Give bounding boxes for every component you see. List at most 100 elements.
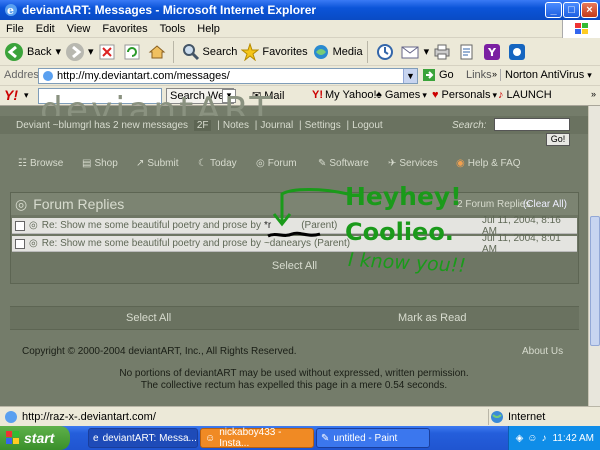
home-icon xyxy=(148,44,165,58)
handwritten-arrow xyxy=(272,188,349,227)
restore-button[interactable]: □ xyxy=(563,2,580,18)
user-messages-line: Deviant ~blumgrl has 2 new messages 2F |… xyxy=(16,120,383,131)
messenger-button[interactable]: Y xyxy=(483,40,504,64)
personals-icon: ♥ xyxy=(432,89,439,101)
svg-text:Y: Y xyxy=(487,46,497,59)
forward-arrow-icon xyxy=(66,42,84,61)
start-button[interactable]: start xyxy=(0,426,70,450)
reply-date: Jul 11, 2004, 8:01 AM xyxy=(482,232,561,255)
software-icon: ✎ xyxy=(318,157,327,169)
toolbar-separator xyxy=(366,40,368,63)
mark-as-read-button[interactable]: Mark as Read xyxy=(398,312,466,324)
nav-browse[interactable]: ☷ Browse xyxy=(18,158,63,169)
discuss-icon xyxy=(509,43,526,60)
tray-icon[interactable]: ♪ xyxy=(541,433,546,444)
nav-software[interactable]: ✎ Software xyxy=(318,158,369,169)
messenger-icon: Y xyxy=(484,43,501,60)
yahoo-launch-button[interactable]: ♪ LAUNCH xyxy=(498,89,552,101)
today-icon: ☾ xyxy=(198,157,207,169)
clock[interactable]: 11:42 AM xyxy=(552,433,594,444)
menu-tools[interactable]: Tools xyxy=(154,23,192,35)
printer-icon xyxy=(434,44,450,59)
globe-icon xyxy=(491,411,503,423)
menu-edit[interactable]: Edit xyxy=(30,23,61,35)
my-yahoo-button[interactable]: Y! My Yahoo! xyxy=(312,89,377,101)
yahoo-games-button[interactable]: ♠ Games ▾ xyxy=(376,89,427,101)
nav-services[interactable]: ✈ Services xyxy=(388,158,438,169)
home-button[interactable] xyxy=(148,40,169,64)
search-button[interactable]: Search xyxy=(182,40,237,64)
select-all-button[interactable]: Select All xyxy=(126,312,171,324)
tray-icon[interactable]: ◈ xyxy=(516,433,524,444)
help-icon: ◉ xyxy=(456,157,465,169)
edit-button[interactable] xyxy=(458,40,479,64)
address-input[interactable]: http://my.deviantart.com/messages/ ▼ xyxy=(38,68,418,84)
address-dropdown-icon[interactable]: ▼ xyxy=(403,69,417,83)
close-button[interactable]: × xyxy=(581,2,598,18)
yahoo-y-icon: Y! xyxy=(312,89,323,101)
reply-checkbox[interactable] xyxy=(15,238,25,249)
windows-flag-icon xyxy=(562,20,600,38)
journal-link[interactable]: Journal xyxy=(260,120,293,131)
handwritten-heyhey: Heyhey! xyxy=(345,182,462,211)
nav-shop[interactable]: ▤ Shop xyxy=(82,158,118,169)
go-button[interactable]: Go xyxy=(422,68,454,82)
print-button[interactable] xyxy=(433,40,454,64)
logout-link[interactable]: Logout xyxy=(352,120,383,131)
footer-notice-1: No portions of deviantART may be used wi… xyxy=(119,368,469,379)
nav-help-faq[interactable]: ◉ Help & FAQ xyxy=(456,158,521,169)
nav-submit[interactable]: ↗ Submit xyxy=(136,158,179,169)
menu-favorites[interactable]: Favorites xyxy=(96,23,153,35)
stop-button[interactable] xyxy=(98,40,119,64)
yahoo-logo-icon[interactable]: Y! xyxy=(4,87,18,103)
ie-icon: e xyxy=(5,4,17,17)
links-button[interactable]: Links xyxy=(466,69,492,81)
message-icon: ◎ xyxy=(29,238,38,249)
nav-today[interactable]: ☾ Today xyxy=(198,158,237,169)
minimize-button[interactable]: _ xyxy=(545,2,562,18)
norton-antivirus-button[interactable]: Norton AntiVirus ▾ xyxy=(500,69,592,81)
message-count-badge[interactable]: 2F xyxy=(193,120,212,131)
discuss-button[interactable] xyxy=(508,40,529,64)
refresh-button[interactable] xyxy=(123,40,144,64)
page-content: deviantART Deviant ~blumgrl has 2 new me… xyxy=(0,90,588,406)
nav-forum[interactable]: ◎ Forum xyxy=(256,158,297,169)
copyright-text: Copyright © 2000-2004 deviantART, Inc., … xyxy=(22,346,297,357)
site-search-go-button[interactable]: Go! xyxy=(546,133,570,146)
status-bar: http://raz-x-.deviantart.com/ Internet xyxy=(0,406,600,426)
forward-button[interactable]: ▾ xyxy=(65,40,94,64)
shop-icon: ▤ xyxy=(82,157,92,169)
address-bar: Address http://my.deviantart.com/message… xyxy=(0,66,600,86)
tray-icon[interactable]: ☺ xyxy=(527,433,537,444)
clear-all-link[interactable]: (Clear All) xyxy=(523,199,567,210)
vertical-scrollbar[interactable] xyxy=(588,106,600,406)
browse-icon: ☷ xyxy=(18,157,27,169)
toolbar-separator xyxy=(172,40,174,63)
favorites-button[interactable]: Favorites xyxy=(241,40,308,64)
menu-help[interactable]: Help xyxy=(191,23,226,35)
forum-select-all-button[interactable]: Select All xyxy=(12,256,577,276)
menu-view[interactable]: View xyxy=(61,23,97,35)
history-button[interactable] xyxy=(376,40,397,64)
search-icon xyxy=(182,43,199,60)
site-search-input[interactable] xyxy=(494,118,570,131)
standard-toolbar: Back ▾ ▾ Search Favorites Media ▾ Y xyxy=(0,38,600,66)
media-button[interactable]: Media xyxy=(312,40,363,64)
edit-page-icon xyxy=(460,44,473,59)
refresh-icon xyxy=(124,44,140,59)
menu-file[interactable]: File xyxy=(0,23,30,35)
taskbar-item-paint[interactable]: ✎ untitled - Paint xyxy=(316,428,430,448)
reply-checkbox[interactable] xyxy=(15,220,25,231)
system-tray: ◈ ☺ ♪ 11:42 AM xyxy=(508,426,600,450)
back-button[interactable]: Back ▾ xyxy=(4,40,61,64)
taskbar-item-ie[interactable]: e deviantART: Messa... xyxy=(88,428,198,448)
footer-notice-2: The collective rectum has expelled this … xyxy=(140,380,448,391)
star-icon xyxy=(241,42,260,61)
settings-link[interactable]: Settings xyxy=(305,120,341,131)
taskbar-item-messenger[interactable]: ☺ nickaboy433 - Insta... xyxy=(200,427,314,449)
yahoo-personals-button[interactable]: ♥ Personals ▾ xyxy=(432,89,497,101)
notes-link[interactable]: Notes xyxy=(223,120,249,131)
mail-button[interactable]: ▾ xyxy=(401,40,429,64)
about-us-link[interactable]: About Us xyxy=(522,346,563,357)
scrollbar-thumb[interactable] xyxy=(590,216,600,346)
